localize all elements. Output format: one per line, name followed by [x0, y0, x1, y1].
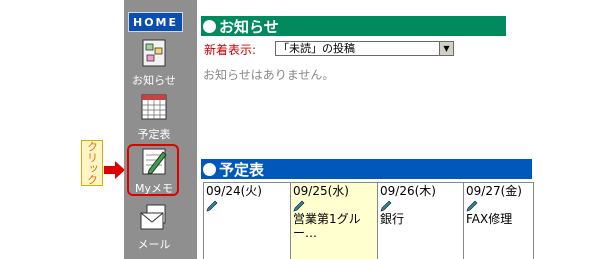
sidebar-item-label: Myメモ: [134, 182, 173, 195]
empty-message: お知らせはありません。: [203, 68, 335, 82]
day-date[interactable]: 09/26(木): [380, 184, 461, 198]
schedule-day[interactable]: 09/25(水) 営業第1グル ー…: [291, 182, 378, 259]
sidebar: HOME お知らせ 予定表 Myメモ メール: [124, 0, 197, 259]
sidebar-item-label: お知らせ: [132, 74, 176, 87]
schedule-header: 予定表: [201, 159, 532, 179]
sidebar-item-mail[interactable]: メール: [126, 202, 182, 252]
pencil-icon[interactable]: [206, 200, 218, 212]
calendar-icon: [141, 94, 167, 120]
click-callout: クリック: [81, 140, 103, 186]
pencil-icon[interactable]: [466, 200, 478, 212]
day-date[interactable]: 09/25(水): [293, 184, 375, 198]
sidebar-item-label: メール: [137, 238, 171, 251]
schedule-entry[interactable]: 営業第1グル: [293, 213, 375, 226]
schedule-grid: 09/24(火) 09/25(水) 営業第1グル ー… 09/26(木) 銀行 …: [203, 182, 534, 259]
filter-select[interactable]: 「未読」の投稿 ▼: [275, 41, 454, 56]
schedule-day[interactable]: 09/26(木) 銀行: [378, 182, 464, 259]
schedule-entry[interactable]: 銀行: [380, 213, 461, 226]
mail-icon: [140, 204, 166, 230]
pencil-icon[interactable]: [380, 200, 392, 212]
bullet-icon: [203, 19, 216, 33]
pencil-icon[interactable]: [293, 200, 305, 212]
home-tab[interactable]: HOME: [128, 12, 183, 32]
memo-icon: [142, 148, 167, 175]
schedule-day[interactable]: 09/24(火): [204, 182, 291, 259]
sidebar-item-schedule[interactable]: 予定表: [126, 92, 182, 142]
sidebar-item-label: 予定表: [137, 128, 171, 141]
sidebar-item-memo[interactable]: Myメモ: [126, 146, 182, 196]
bullet-icon: [203, 162, 216, 176]
day-date[interactable]: 09/27(金): [466, 184, 531, 198]
day-date[interactable]: 09/24(火): [206, 184, 288, 198]
schedule-title: 予定表: [219, 160, 265, 179]
filter-value: 「未読」の投稿: [278, 42, 355, 55]
schedule-entry[interactable]: FAX修理: [466, 213, 531, 226]
schedule-day[interactable]: 09/27(金) FAX修理: [464, 182, 534, 259]
notice-title: お知らせ: [219, 17, 279, 36]
sidebar-item-notice[interactable]: お知らせ: [126, 38, 182, 88]
notice-header: お知らせ: [201, 16, 506, 36]
callout-text: クリック: [85, 141, 99, 185]
arrow-right-icon: [104, 161, 125, 179]
filter-label: 新着表示:: [204, 43, 257, 57]
dropdown-arrow-icon[interactable]: ▼: [439, 42, 453, 55]
schedule-entry[interactable]: ー…: [293, 227, 375, 240]
notice-icon: [142, 39, 166, 67]
